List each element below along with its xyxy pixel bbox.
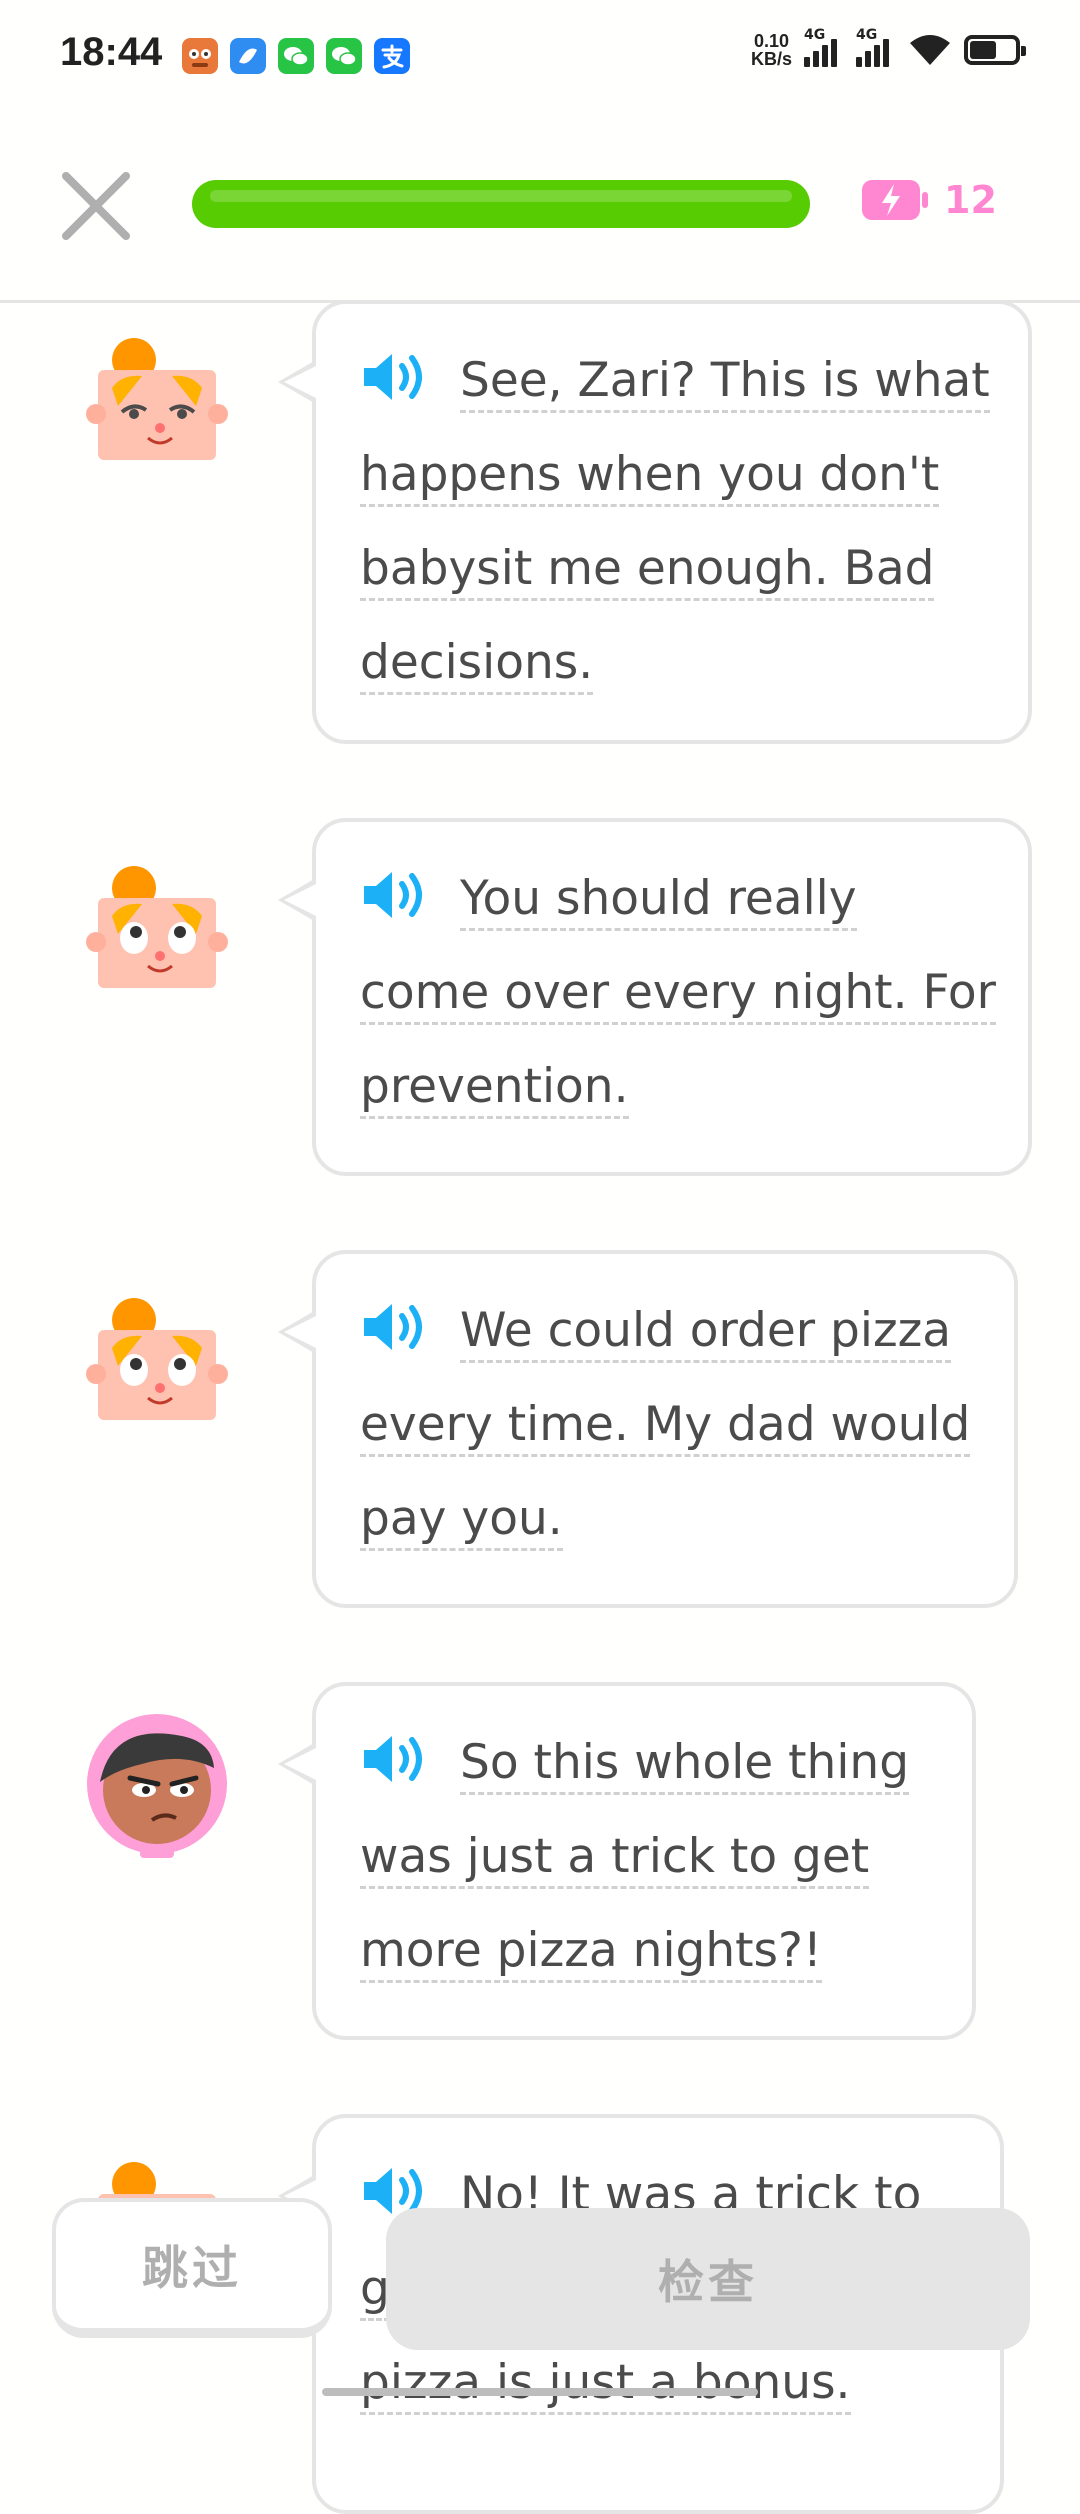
zari-avatar <box>82 1712 232 1862</box>
dialogue-line: So this whole thing <box>360 1716 932 1810</box>
speaker-icon[interactable] <box>360 866 430 924</box>
battery-icon <box>964 35 1026 65</box>
lesson-progress-bar <box>192 180 810 228</box>
dialogue-text[interactable]: pizza is just a bonus. <box>360 2355 851 2415</box>
dialogue-line: We could order pizza <box>360 1284 974 1378</box>
dialogue-text[interactable]: See, Zari? This is what <box>460 353 990 413</box>
dialogue-text[interactable]: happens when you don't <box>360 447 940 507</box>
dialogue-line: decisions. <box>360 616 988 710</box>
dialogue-line: prevention. <box>360 1040 988 1134</box>
progress-fill <box>192 180 810 228</box>
status-time: 18:44 <box>60 30 163 74</box>
dialogue-text[interactable]: pay you. <box>360 1491 563 1551</box>
progress-shine <box>210 190 792 202</box>
dialogue-text[interactable]: prevention. <box>360 1059 629 1119</box>
dialogue-line: pizza is just a bonus. <box>360 2336 960 2430</box>
speech-bubble: We could order pizza every time. My dad w… <box>278 1250 1018 1608</box>
status-right: 0.10 KB/s 4G 4G <box>751 27 1026 68</box>
dialogue-text[interactable]: We could order pizza <box>460 1303 952 1363</box>
dialogue-text[interactable]: was just a trick to get <box>360 1829 870 1889</box>
dialogue-line: every time. My dad would <box>360 1378 974 1472</box>
speech-bubble: You should really come over every night. … <box>278 818 1032 1176</box>
speech-bubble: See, Zari? This is what happens when you … <box>278 300 1032 744</box>
boy-avatar <box>82 1290 232 1440</box>
dialogue-line: come over every night. For <box>360 946 996 1040</box>
energy-counter[interactable]: 12 <box>860 176 997 224</box>
notification-icons <box>182 38 410 74</box>
dialogue-line: happens when you don't <box>360 428 988 522</box>
cat-app-icon <box>182 38 218 74</box>
dialogue-text[interactable]: more pizza nights?! <box>360 1923 822 1983</box>
check-button[interactable]: 检查 <box>386 2208 1030 2350</box>
speaker-icon[interactable] <box>360 1298 430 1356</box>
boy-avatar <box>82 858 232 1008</box>
dialogue-text[interactable]: So this whole thing <box>460 1735 910 1795</box>
dialogue-line: was just a trick to get <box>360 1810 932 1904</box>
dialogue-line: more pizza nights?! <box>360 1904 932 1998</box>
close-icon[interactable] <box>58 168 134 244</box>
speaker-icon[interactable] <box>360 1730 430 1788</box>
signal-1-label: 4G <box>804 27 826 43</box>
dialogue-line: pay you. <box>360 1472 974 1566</box>
dialogue-text[interactable]: come over every night. For <box>360 965 996 1025</box>
home-indicator[interactable] <box>322 2388 758 2396</box>
dialogue-text[interactable]: You should really <box>460 871 857 931</box>
energy-battery-icon <box>862 180 928 220</box>
energy-count: 12 <box>944 178 997 222</box>
skip-button[interactable]: 跳过 <box>52 2198 332 2338</box>
dialogue-text[interactable]: decisions. <box>360 635 594 695</box>
speaker-icon[interactable] <box>360 348 430 406</box>
net-speed-unit: KB/s <box>750 49 792 69</box>
dialogue-text[interactable]: every time. My dad would <box>360 1397 971 1457</box>
wechat-icon-2 <box>326 38 362 74</box>
lesson-header: 12 <box>0 110 1080 303</box>
wifi-icon <box>910 35 950 65</box>
net-speed-value: 0.10 <box>753 31 790 51</box>
browser-app-icon <box>230 38 266 74</box>
wechat-icon <box>278 38 314 74</box>
alipay-icon <box>374 38 410 74</box>
dialogue-text[interactable]: babysit me enough. Bad <box>360 541 935 601</box>
net-speed: 0.10 KB/s <box>751 32 792 68</box>
status-bar: 18:44 0.10 KB/s 4G 4G <box>0 0 1080 110</box>
dialogue-line: babysit me enough. Bad <box>360 522 988 616</box>
signal-1-icon: 4G <box>804 27 844 67</box>
signal-2-icon: 4G <box>856 27 896 67</box>
dialogue-line: See, Zari? This is what <box>360 334 990 428</box>
signal-2-label: 4G <box>856 27 878 43</box>
dialogue-line: You should really <box>360 852 988 946</box>
speech-bubble: So this whole thing was just a trick to g… <box>278 1682 976 2040</box>
boy-avatar <box>82 330 232 480</box>
